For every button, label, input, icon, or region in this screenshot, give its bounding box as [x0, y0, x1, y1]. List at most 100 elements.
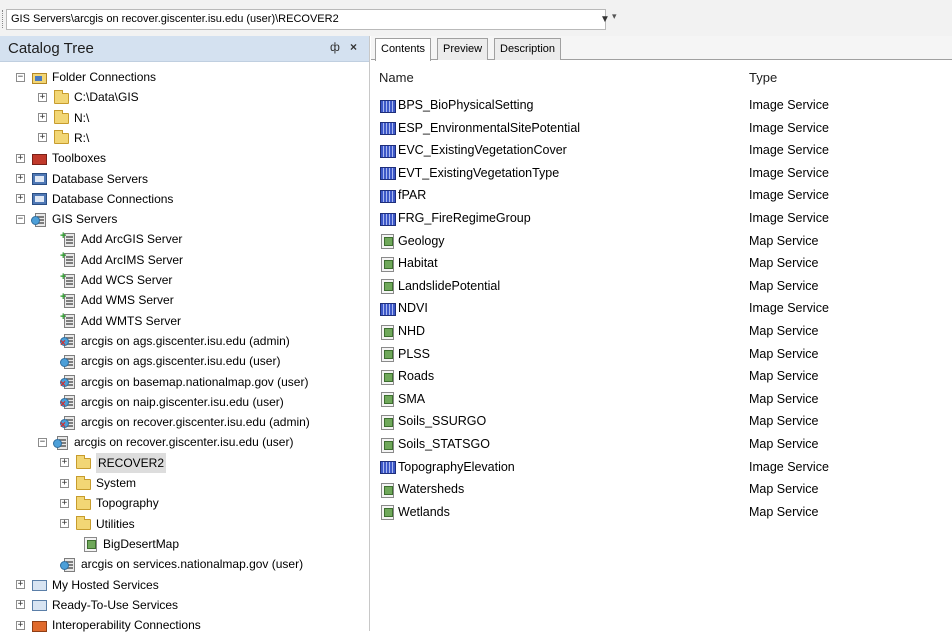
expand-icon[interactable]: +	[38, 133, 47, 143]
admin-server-icon: ×	[60, 394, 77, 410]
tree-item-label: N:\	[74, 110, 90, 125]
list-item[interactable]: Habitat Map Service	[371, 252, 952, 274]
tree-item[interactable]: + RECOVER2	[60, 452, 167, 473]
item-name: Wetlands	[398, 504, 450, 519]
tree-item[interactable]: × arcgis on ags.giscenter.isu.edu (admin)	[60, 331, 290, 351]
tree-item[interactable]: + Add WCS Server	[60, 270, 172, 290]
image-service-icon	[379, 188, 396, 203]
map-service-icon	[379, 346, 396, 363]
tree-item[interactable]: + Add WMS Server	[60, 290, 174, 310]
tree-item[interactable]: arcgis on ags.giscenter.isu.edu (user)	[60, 351, 280, 371]
close-icon[interactable]: ×	[350, 40, 357, 54]
list-item[interactable]: Roads Map Service	[371, 365, 952, 387]
list-item[interactable]: Soils_STATSGO Map Service	[371, 433, 952, 455]
tree-item[interactable]: + Database Connections	[16, 189, 173, 209]
item-name: LandslidePotential	[398, 278, 501, 293]
tree-item[interactable]: − arcgis on recover.giscenter.isu.edu (us…	[38, 432, 293, 452]
expand-icon[interactable]: +	[60, 478, 69, 488]
list-item[interactable]: LandslidePotential Map Service	[371, 275, 952, 297]
list-item[interactable]: BPS_BioPhysicalSetting Image Service	[371, 94, 952, 116]
user-server-icon	[60, 354, 77, 369]
expand-icon[interactable]: +	[16, 600, 25, 610]
list-item[interactable]: EVT_ExistingVegetationType Image Service	[371, 162, 952, 184]
expand-icon[interactable]: +	[38, 92, 47, 102]
user-server-icon	[53, 435, 70, 450]
tree-item-label: arcgis on ags.giscenter.isu.edu (admin)	[81, 333, 290, 348]
tree-item[interactable]: + Topography	[60, 493, 159, 513]
tree-item[interactable]: + Toolboxes	[16, 148, 106, 168]
toolbar-grip[interactable]	[2, 10, 4, 28]
item-type: Map Service	[749, 346, 819, 361]
tree-item[interactable]: × arcgis on basemap.nationalmap.gov (user…	[60, 372, 308, 392]
tree-item[interactable]: + Database Servers	[16, 169, 148, 189]
tree-item[interactable]: + Add ArcGIS Server	[60, 229, 182, 249]
tab-bar: Contents Preview Description	[371, 36, 952, 61]
list-item[interactable]: Soils_SSURGO Map Service	[371, 410, 952, 432]
column-header-name[interactable]: Name	[379, 70, 414, 85]
expand-icon[interactable]: +	[60, 498, 69, 508]
expand-icon[interactable]: +	[60, 458, 69, 468]
map-service-icon	[379, 369, 396, 385]
item-name-cell: FRG_FireRegimeGroup	[379, 211, 531, 226]
tree-item[interactable]: + System	[60, 473, 136, 493]
tree-item[interactable]: − GIS Servers	[16, 209, 117, 229]
list-item[interactable]: NDVI Image Service	[371, 297, 952, 319]
expand-icon[interactable]: +	[60, 519, 69, 529]
collapse-icon[interactable]: −	[16, 72, 25, 82]
item-name-cell: NDVI	[379, 301, 428, 316]
list-item[interactable]: Watersheds Map Service	[371, 478, 952, 500]
expand-icon[interactable]: +	[16, 194, 25, 204]
expand-icon[interactable]: +	[16, 153, 25, 163]
tree-item-label: Database Servers	[52, 171, 149, 186]
chevron-down-icon[interactable]: ▼	[598, 9, 612, 30]
add-server-icon: +	[60, 251, 77, 268]
tree-item[interactable]: + Add WMTS Server	[60, 311, 181, 331]
pin-icon[interactable]: ф	[330, 40, 340, 54]
tree-item[interactable]: + N:\	[38, 108, 89, 128]
tab-contents[interactable]: Contents	[375, 38, 432, 61]
item-name: ESP_EnvironmentalSitePotential	[398, 120, 581, 135]
list-item[interactable]: ESP_EnvironmentalSitePotential Image Serv…	[371, 117, 952, 139]
tree-item[interactable]: BigDesertMap	[82, 534, 179, 554]
collapse-icon[interactable]: −	[38, 437, 47, 447]
expand-icon[interactable]: +	[16, 620, 25, 630]
tab-description[interactable]: Description	[494, 38, 562, 60]
list-item[interactable]: Wetlands Map Service	[371, 501, 952, 523]
tree-item[interactable]: + Utilities	[60, 514, 135, 534]
tree-item[interactable]: − Folder Connections	[16, 67, 156, 87]
tree-item-label: arcgis on services.nationalmap.gov (user…	[81, 557, 304, 572]
item-name-cell: Roads	[379, 369, 434, 385]
collapse-icon[interactable]: −	[16, 214, 25, 224]
item-name-cell: LandslidePotential	[379, 278, 501, 295]
list-item[interactable]: SMA Map Service	[371, 388, 952, 410]
tree-item[interactable]: + My Hosted Services	[16, 575, 159, 595]
tree-item[interactable]: + Ready-To-Use Services	[16, 595, 178, 615]
add-server-icon: +	[60, 312, 77, 329]
expand-icon[interactable]: +	[16, 174, 25, 183]
item-type: Map Service	[749, 482, 819, 497]
item-name: BPS_BioPhysicalSetting	[398, 98, 534, 112]
tab-preview[interactable]: Preview	[437, 38, 489, 60]
expand-icon[interactable]: +	[38, 113, 47, 123]
list-item[interactable]: PLSS Map Service	[371, 343, 952, 365]
tree-item[interactable]: + R:\	[38, 128, 89, 148]
location-combo[interactable]: GIS Servers\arcgis on recover.giscenter.…	[6, 9, 606, 30]
list-item[interactable]: FRG_FireRegimeGroup Image Service	[371, 207, 952, 229]
toolbar-overflow-icon[interactable]: ▾	[612, 11, 622, 29]
tree-item[interactable]: arcgis on services.nationalmap.gov (user…	[60, 554, 303, 574]
tree-item[interactable]: + C:\Data\GIS	[38, 87, 139, 107]
tree-item[interactable]: + Interoperability Connections	[16, 615, 201, 635]
expand-icon[interactable]: +	[16, 580, 25, 589]
column-header-type[interactable]: Type	[749, 70, 777, 85]
tree-item[interactable]: × arcgis on recover.giscenter.isu.edu (ad…	[60, 412, 310, 432]
database-server-icon	[31, 171, 48, 186]
list-item[interactable]: EVC_ExistingVegetationCover Image Service	[371, 139, 952, 161]
tree-item[interactable]: × arcgis on naip.giscenter.isu.edu (user)	[60, 392, 284, 412]
list-item[interactable]: fPAR Image Service	[371, 184, 952, 206]
tree-item[interactable]: + Add ArcIMS Server	[60, 250, 183, 270]
catalog-tree-pane: Catalog Tree ф × − Folder Connections + C:\…	[0, 36, 370, 632]
list-item[interactable]: NHD Map Service	[371, 320, 952, 342]
map-service-icon	[379, 437, 396, 453]
list-item[interactable]: TopographyElevation Image Service	[371, 456, 952, 478]
list-item[interactable]: Geology Map Service	[371, 230, 952, 252]
